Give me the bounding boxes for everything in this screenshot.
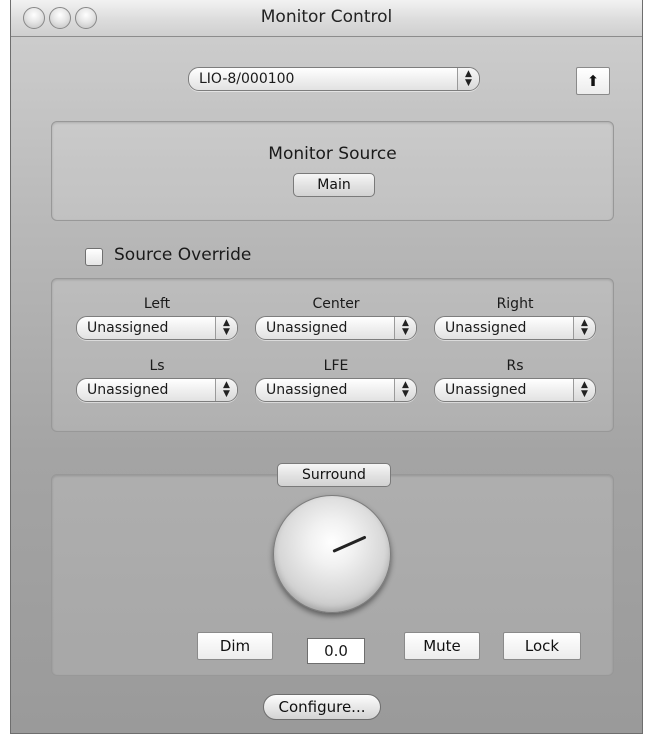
title-bar: Monitor Control — [11, 0, 642, 37]
channel-select-left[interactable]: Unassigned ▲ ▼ — [76, 316, 238, 340]
select-arrows-icon: ▲ ▼ — [394, 379, 416, 401]
select-arrows-icon: ▲ ▼ — [573, 379, 595, 401]
channel-select-value: Unassigned — [87, 382, 169, 398]
device-select-value: LIO-8/000100 — [199, 71, 295, 87]
monitor-source-heading: Monitor Source — [268, 144, 397, 164]
channel-select-rs[interactable]: Unassigned ▲ ▼ — [434, 378, 596, 402]
channel-select-lfe[interactable]: Unassigned ▲ ▼ — [255, 378, 417, 402]
up-arrow-button[interactable]: ⬆ — [576, 67, 610, 95]
select-arrows-icon: ▲ ▼ — [457, 68, 479, 90]
surround-mode-button[interactable]: Surround — [277, 463, 391, 487]
mute-button[interactable]: Mute — [404, 632, 480, 660]
window-title: Monitor Control — [260, 7, 393, 27]
channel-select-value: Unassigned — [445, 320, 527, 336]
select-arrows-icon: ▲ ▼ — [394, 317, 416, 339]
channel-label-right: Right — [496, 296, 534, 312]
channel-select-center[interactable]: Unassigned ▲ ▼ — [255, 316, 417, 340]
knob-indicator — [332, 535, 367, 553]
level-value-field[interactable]: 0.0 — [307, 638, 365, 664]
volume-knob[interactable] — [273, 495, 391, 613]
monitor-control-window: Monitor Control LIO-8/000100 ▲ ▼ ⬆ Monito… — [10, 0, 643, 734]
channel-select-value: Unassigned — [87, 320, 169, 336]
lock-button[interactable]: Lock — [503, 632, 581, 660]
channel-select-right[interactable]: Unassigned ▲ ▼ — [434, 316, 596, 340]
up-arrow-icon: ⬆ — [586, 72, 600, 90]
select-arrows-icon: ▲ ▼ — [573, 317, 595, 339]
channel-select-value: Unassigned — [445, 382, 527, 398]
device-select[interactable]: LIO-8/000100 ▲ ▼ — [188, 67, 480, 91]
channel-label-rs: Rs — [506, 358, 524, 374]
channel-select-value: Unassigned — [266, 320, 348, 336]
channel-select-value: Unassigned — [266, 382, 348, 398]
monitor-source-button[interactable]: Main — [293, 173, 375, 197]
source-override-checkbox[interactable] — [85, 248, 103, 266]
channel-select-ls[interactable]: Unassigned ▲ ▼ — [76, 378, 238, 402]
select-arrows-icon: ▲ ▼ — [215, 317, 237, 339]
channel-label-ls: Ls — [149, 358, 165, 374]
monitor-source-group — [51, 121, 614, 221]
channel-label-center: Center — [312, 296, 360, 312]
channel-label-left: Left — [143, 296, 171, 312]
dim-button[interactable]: Dim — [197, 632, 273, 660]
configure-button[interactable]: Configure... — [263, 694, 381, 720]
channel-label-lfe: LFE — [323, 358, 349, 374]
source-override-label: Source Override — [114, 245, 252, 265]
select-arrows-icon: ▲ ▼ — [215, 379, 237, 401]
